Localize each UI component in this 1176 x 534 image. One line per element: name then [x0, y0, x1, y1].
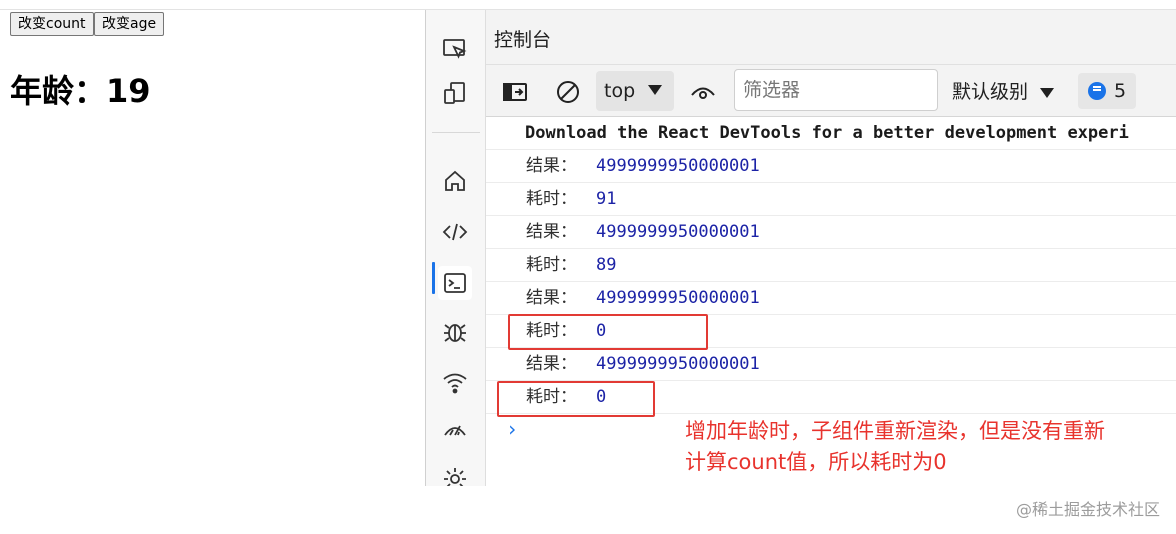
- activity-bar: [426, 10, 486, 490]
- active-tab-indicator: [432, 262, 435, 294]
- console-prompt-icon[interactable]: ›: [506, 417, 518, 441]
- change-count-button[interactable]: 改变count: [10, 12, 94, 36]
- log-value: 91: [596, 189, 617, 209]
- context-selector[interactable]: top: [596, 71, 674, 111]
- sidebar-toggle-icon[interactable]: [500, 77, 530, 107]
- console-row: 结果： 4999999950000001: [486, 150, 1176, 183]
- annotation-line: 增加年龄时，子组件重新渲染，但是没有重新: [685, 419, 1105, 443]
- message-bubble-icon: [1088, 82, 1106, 100]
- console-row: 耗时： 91: [486, 183, 1176, 216]
- log-label: 耗时：: [526, 189, 577, 209]
- log-value: 89: [596, 255, 617, 275]
- log-value: 4999999950000001: [596, 222, 760, 242]
- activity-divider: [432, 132, 480, 133]
- panel-title: 控制台: [494, 29, 552, 51]
- highlight-box: [508, 314, 708, 350]
- elements-icon[interactable]: [438, 215, 472, 249]
- log-label: 结果：: [526, 354, 577, 374]
- age-heading: 年龄：19: [10, 66, 151, 112]
- log-label: 结果：: [526, 222, 577, 242]
- bottom-margin: [0, 486, 1176, 534]
- live-expression-eye-icon[interactable]: [688, 77, 718, 107]
- log-levels-dropdown[interactable]: 默认级别: [952, 77, 1055, 104]
- issues-count: 5: [1114, 80, 1127, 102]
- inspect-icon[interactable]: [438, 32, 472, 66]
- change-age-button[interactable]: 改变age: [94, 12, 165, 36]
- performance-icon[interactable]: [438, 414, 472, 448]
- filter-input[interactable]: [734, 69, 938, 111]
- highlight-box: [497, 381, 655, 417]
- chevron-down-icon: [1040, 87, 1055, 98]
- page-viewport: 改变count 改变age 年龄：19: [0, 10, 425, 486]
- device-emulation-icon[interactable]: [438, 76, 472, 110]
- annotation-line: 计算count值，所以耗时为0: [685, 450, 947, 474]
- console-row: 结果： 4999999950000001: [486, 348, 1176, 381]
- age-label: 年龄：: [10, 72, 107, 110]
- console-info-message: Download the React DevTools for a better…: [525, 123, 1129, 143]
- annotation-text: 增加年龄时，子组件重新渲染，但是没有重新 计算count值，所以耗时为0: [685, 416, 1165, 478]
- log-label: 结果：: [526, 288, 577, 308]
- log-levels-label: 默认级别: [952, 81, 1029, 103]
- sources-bug-icon[interactable]: [438, 314, 472, 348]
- log-label: 结果：: [526, 156, 577, 176]
- console-info-row: Download the React DevTools for a better…: [486, 117, 1176, 150]
- chevron-down-icon: [648, 85, 662, 95]
- watermark: @稀土掘金技术社区: [1015, 500, 1160, 519]
- home-icon[interactable]: [438, 164, 472, 198]
- context-value: top: [604, 80, 636, 102]
- console-row: 结果： 4999999950000001: [486, 216, 1176, 249]
- log-value: 4999999950000001: [596, 288, 760, 308]
- console-row: 耗时： 89: [486, 249, 1176, 282]
- console-toolbar: top 默认级别 5: [486, 65, 1176, 117]
- age-value: 19: [106, 72, 151, 110]
- log-value: 4999999950000001: [596, 156, 760, 176]
- log-value: 4999999950000001: [596, 354, 760, 374]
- console-icon[interactable]: [438, 266, 472, 300]
- network-wifi-icon[interactable]: [438, 365, 472, 399]
- log-label: 耗时：: [526, 255, 577, 275]
- devtools-title-bar: 控制台: [486, 10, 1176, 65]
- clear-console-icon[interactable]: [553, 77, 583, 107]
- browser-top-strip: [0, 0, 1176, 10]
- issues-button[interactable]: 5: [1078, 73, 1136, 109]
- console-row: 结果： 4999999950000001: [486, 282, 1176, 315]
